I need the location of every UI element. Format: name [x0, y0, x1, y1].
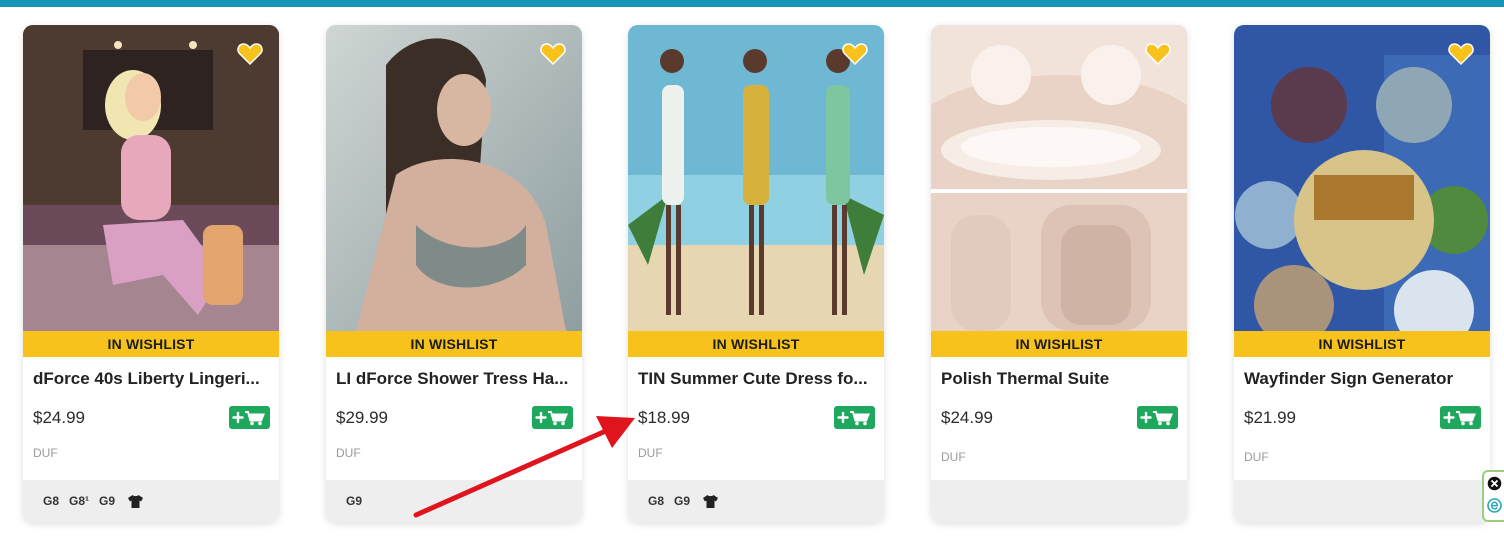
figure-tag: G8¹ [69, 494, 90, 508]
product-price: $18.99 [638, 408, 690, 427]
side-widget[interactable] [1482, 470, 1504, 522]
compatibility-footer: G8 G9 [628, 480, 884, 522]
product-card[interactable]: IN WISHLIST Wayfinder Sign Generator $21… [1234, 25, 1490, 522]
in-wishlist-badge: IN WISHLIST [23, 331, 279, 357]
add-to-cart-icon [535, 411, 568, 426]
file-format: DUF [638, 446, 663, 460]
add-to-cart-button[interactable] [834, 406, 875, 429]
product-card[interactable]: IN WISHLIST LI dForce Shower Tress Ha...… [326, 25, 582, 522]
add-to-cart-icon [837, 411, 870, 426]
product-name-link[interactable]: Wayfinder Sign Generator [1244, 369, 1482, 389]
product-card[interactable]: IN WISHLIST dForce 40s Liberty Lingeri..… [23, 25, 279, 522]
heart-icon[interactable] [842, 42, 868, 66]
in-wishlist-badge: IN WISHLIST [628, 331, 884, 357]
in-wishlist-badge: IN WISHLIST [326, 331, 582, 357]
product-price: $24.99 [941, 408, 993, 427]
figure-tag: G9 [674, 494, 691, 508]
top-accent-bar [0, 0, 1504, 7]
product-name-link[interactable]: LI dForce Shower Tress Ha... [336, 369, 574, 389]
file-format: DUF [1244, 450, 1269, 464]
product-name-link[interactable]: Polish Thermal Suite [941, 369, 1179, 389]
shirt-icon [128, 494, 144, 508]
add-to-cart-icon [1443, 411, 1476, 426]
heart-icon[interactable] [1145, 42, 1171, 66]
add-to-cart-button[interactable] [229, 406, 270, 429]
product-card[interactable]: IN WISHLIST TIN Summer Cute Dress fo... … [628, 25, 884, 522]
product-thumbnail[interactable] [931, 25, 1187, 331]
file-format: DUF [336, 446, 361, 460]
product-price: $29.99 [336, 408, 388, 427]
compatibility-footer: G8 G8¹ G9 [23, 480, 279, 522]
in-wishlist-badge: IN WISHLIST [1234, 331, 1490, 357]
file-format: DUF [33, 446, 58, 460]
heart-icon[interactable] [1448, 42, 1474, 66]
heart-icon[interactable] [540, 42, 566, 66]
figure-tag: G9 [346, 494, 363, 508]
figure-tag: G8 [648, 494, 665, 508]
add-to-cart-icon [232, 411, 265, 426]
add-to-cart-icon [1140, 411, 1173, 426]
product-price: $24.99 [33, 408, 85, 427]
compatibility-footer: G9 [326, 480, 582, 522]
add-to-cart-button[interactable] [1137, 406, 1178, 429]
product-name-link[interactable]: dForce 40s Liberty Lingeri... [33, 369, 271, 389]
shirt-icon [703, 494, 719, 508]
add-to-cart-button[interactable] [1440, 406, 1481, 429]
compatibility-footer [1234, 480, 1490, 522]
file-format: DUF [941, 450, 966, 464]
in-wishlist-badge: IN WISHLIST [931, 331, 1187, 357]
compatibility-footer [931, 480, 1187, 522]
add-to-cart-button[interactable] [532, 406, 573, 429]
product-card[interactable]: IN WISHLIST Polish Thermal Suite $24.99 … [931, 25, 1187, 522]
figure-tag: G8 [43, 494, 60, 508]
product-name-link[interactable]: TIN Summer Cute Dress fo... [638, 369, 876, 389]
product-thumbnail[interactable] [628, 25, 884, 331]
figure-tag: G9 [99, 494, 116, 508]
heart-icon[interactable] [237, 42, 263, 66]
product-thumbnail[interactable] [326, 25, 582, 331]
product-price: $21.99 [1244, 408, 1296, 427]
product-thumbnail[interactable] [1234, 25, 1490, 331]
e-icon[interactable] [1487, 498, 1502, 513]
close-icon[interactable] [1487, 476, 1502, 491]
product-thumbnail[interactable] [23, 25, 279, 331]
